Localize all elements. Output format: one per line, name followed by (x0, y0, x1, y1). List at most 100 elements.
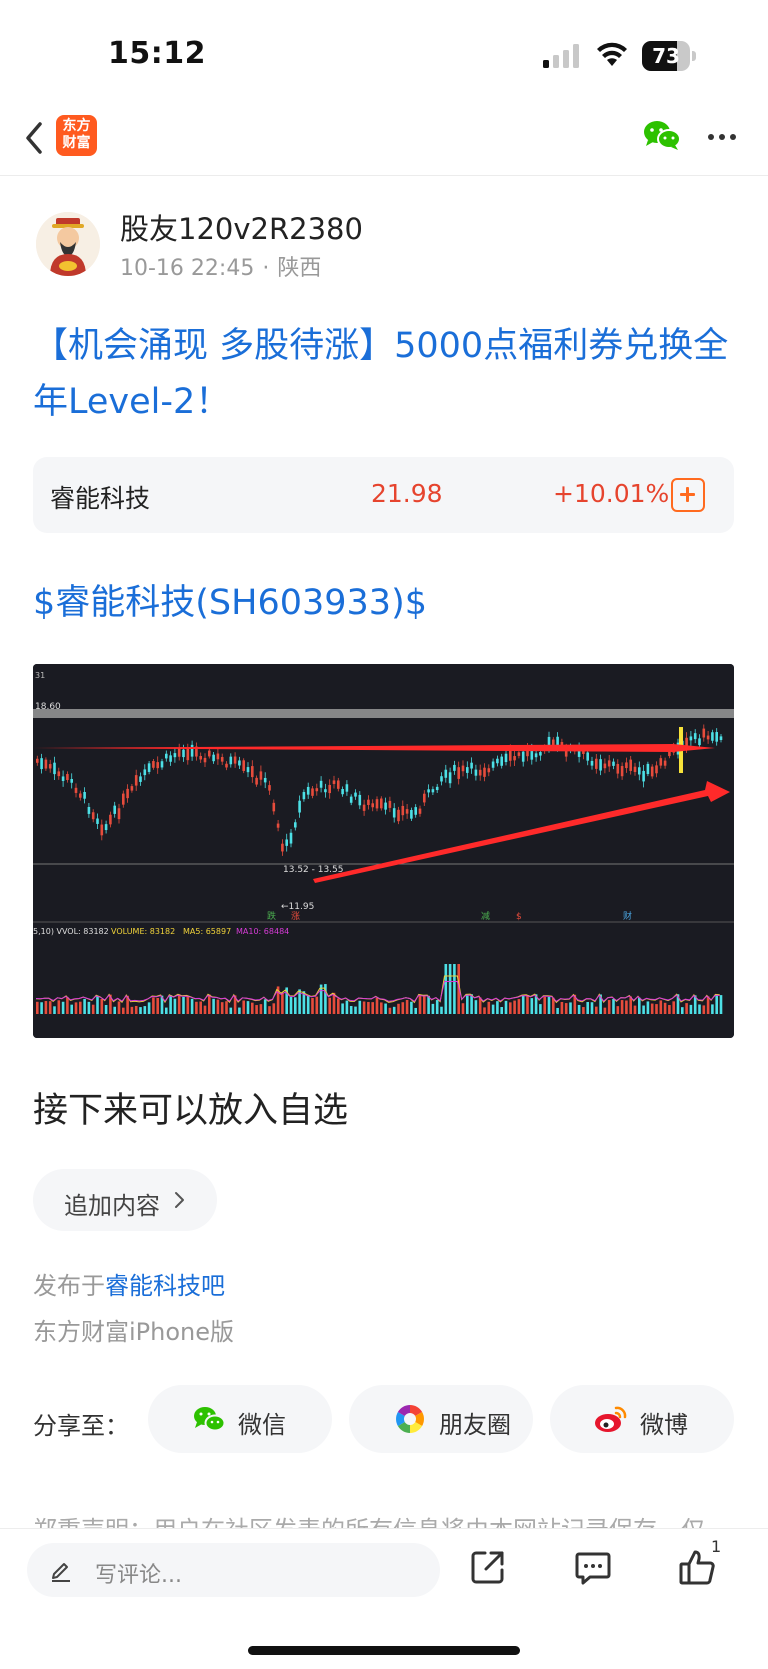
published-in: 发布于睿能科技吧 (33, 1266, 225, 1301)
volume-bar (487, 1001, 491, 1014)
volume-bar (681, 1007, 684, 1014)
wechat-share-icon[interactable] (642, 118, 682, 152)
candle-body (423, 793, 426, 803)
volume-bar (134, 1005, 138, 1014)
candle-body (466, 767, 469, 773)
candle-body (139, 776, 142, 782)
chart-marker-1: 跌 (267, 911, 276, 922)
volume-bar (74, 1002, 78, 1014)
candle-body (650, 766, 654, 777)
author-name[interactable]: 股友120v2R2380 (120, 206, 363, 248)
back-icon[interactable] (22, 118, 48, 158)
append-content-button[interactable]: 追加内容 (33, 1169, 217, 1231)
volume-bar (306, 994, 310, 1014)
volume-bar (392, 1006, 396, 1014)
like-count: 1 (711, 1537, 722, 1556)
stock-card[interactable]: 睿能科技 21.98 +10.01% (33, 457, 734, 533)
stock-name: 睿能科技 (50, 484, 151, 513)
chart-vvol-label: 5,10) VVOL: 83182 (33, 927, 109, 936)
candle-body (367, 799, 370, 805)
candle-body (345, 784, 349, 792)
author-header: 股友120v2R2380 10-16 22:45 · 陕西 (0, 200, 768, 290)
candle-body (328, 784, 331, 794)
candle-body (663, 760, 667, 766)
candle-body (633, 766, 637, 773)
chart-price-level: 18.60 (35, 702, 61, 712)
volume-bar (53, 1006, 56, 1014)
candle-body (48, 764, 52, 769)
candle-body (203, 757, 207, 763)
candle-body (496, 758, 499, 764)
post-title[interactable]: 【机会涌现 多股待涨】5000点福利券兑换全年Level-2！ (33, 318, 738, 430)
volume-bar (603, 1007, 607, 1014)
candle-body (444, 769, 448, 778)
candle-body (337, 780, 340, 789)
candle-body (392, 808, 396, 818)
volume-bar (655, 1004, 658, 1014)
candle-body (478, 769, 482, 776)
share-out-icon[interactable] (469, 1548, 507, 1586)
volume-bar (435, 1000, 439, 1014)
candle-body (186, 748, 190, 761)
weibo-icon (595, 1406, 627, 1432)
volume-bar (577, 1004, 581, 1014)
volume-bar (526, 995, 529, 1014)
candle-body (397, 809, 400, 822)
logo-text-bottom: 财富 (62, 135, 91, 151)
volume-bar (220, 1002, 224, 1014)
candle-body (586, 752, 589, 761)
stock-tag-link[interactable]: $睿能科技(SH603933)$ (33, 574, 427, 625)
candle-body (156, 762, 159, 769)
volume-bar (83, 998, 86, 1014)
volume-bar (466, 994, 469, 1014)
candle-body (276, 823, 280, 828)
wifi-icon (597, 42, 627, 66)
candle-body (298, 800, 301, 813)
volume-bar (620, 1000, 624, 1014)
share-wechat-button[interactable]: 微信 (148, 1385, 332, 1453)
candle-body (70, 779, 73, 783)
volume-bar (547, 996, 551, 1014)
add-to-watchlist-button[interactable] (671, 478, 705, 512)
candle-body (96, 818, 99, 824)
share-weibo-label: 微博 (640, 1411, 688, 1439)
volume-bar (122, 1007, 125, 1014)
candle-body (380, 798, 383, 809)
stock-bar-link[interactable]: 睿能科技吧 (105, 1272, 225, 1300)
candle-body (66, 774, 69, 781)
candle-body (91, 812, 95, 820)
volume-bar (70, 1004, 73, 1014)
comment-icon[interactable] (574, 1548, 612, 1586)
volume-bar (496, 1001, 499, 1014)
candle-body (599, 759, 602, 771)
volume-bar (61, 1001, 65, 1014)
candle-body (294, 822, 297, 828)
candle-body (100, 824, 104, 836)
chart-range-label: 13.52 - 13.55 (283, 865, 344, 875)
volume-bar (57, 1000, 61, 1014)
volume-bar (216, 999, 220, 1014)
share-moments-button[interactable]: 朋友圈 (349, 1385, 533, 1453)
volume-bar (208, 994, 211, 1014)
candle-body (590, 760, 594, 766)
candle-body (134, 775, 138, 786)
candle-body (79, 793, 82, 798)
candle-body (427, 789, 430, 793)
volume-bar (152, 997, 155, 1014)
home-indicator (248, 1646, 520, 1655)
candle-body (607, 760, 611, 767)
post-chart-image[interactable]: 31 18.60 13.52 - 13.55 ←11.95 跌 涨 减 $ 财 … (33, 664, 734, 1038)
post-location: 陕西 (277, 256, 322, 281)
candle-body (470, 762, 473, 769)
volume-bar (706, 996, 710, 1014)
candle-body (285, 839, 288, 846)
candle-body (259, 771, 263, 780)
comment-input[interactable]: 写评论... (27, 1543, 440, 1597)
volume-bar (190, 998, 194, 1014)
candle-body (173, 753, 177, 758)
share-weibo-button[interactable]: 微博 (550, 1385, 734, 1453)
candle-body (74, 787, 78, 793)
wechat-icon (194, 1407, 226, 1432)
avatar[interactable] (36, 212, 100, 276)
more-icon[interactable] (706, 132, 738, 142)
